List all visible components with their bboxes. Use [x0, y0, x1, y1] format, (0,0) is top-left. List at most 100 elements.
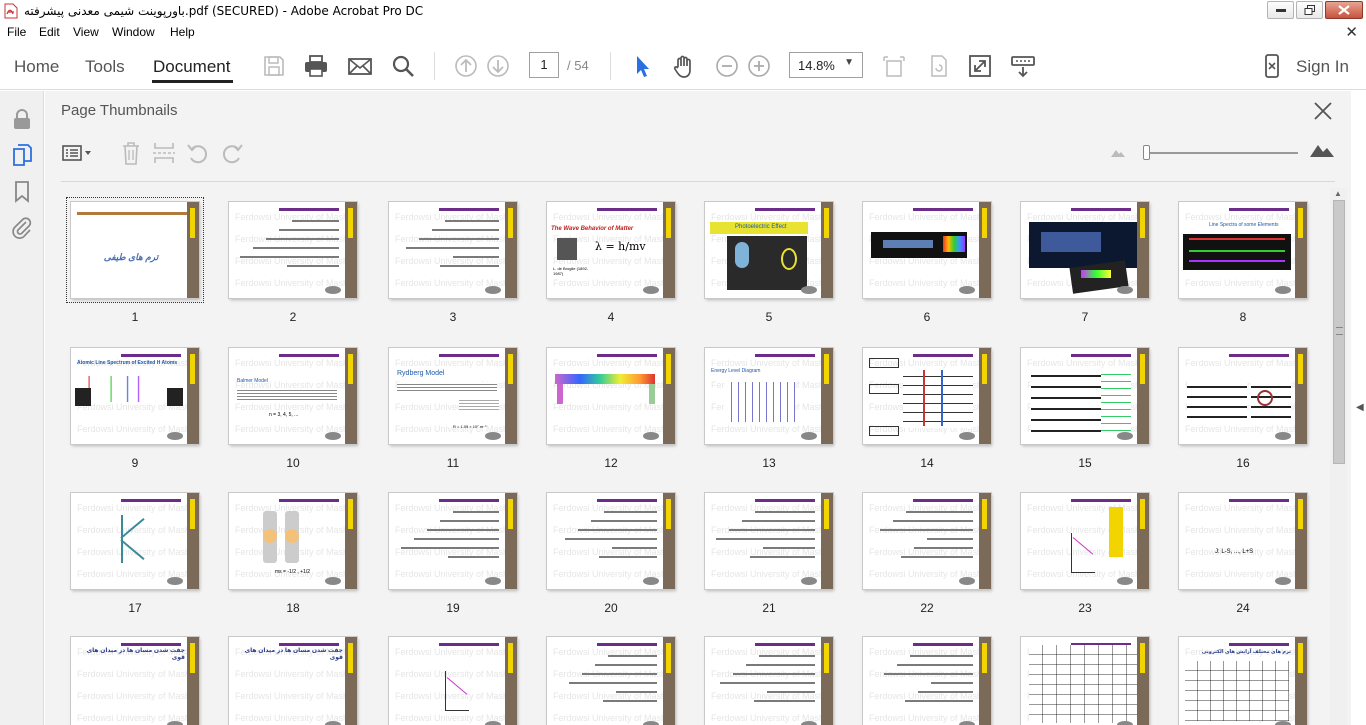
slide-watermark: Ferdowsi University of Mashhad: [711, 358, 833, 368]
page-number-label: 7: [1081, 310, 1089, 324]
university-logo: [1117, 432, 1133, 440]
insert-page-icon[interactable]: [151, 140, 177, 166]
slide-text-line: [448, 556, 499, 558]
page-preview[interactable]: Ferdowsi University of MashhadFerdowsi U…: [863, 202, 991, 298]
page-preview[interactable]: Ferdowsi University of MashhadFerdowsi U…: [1179, 493, 1307, 589]
page-preview[interactable]: Ferdowsi University of MashhadFerdowsi U…: [389, 493, 517, 589]
close-icon: [1338, 5, 1350, 15]
page-preview[interactable]: Ferdowsi University of MashhadFerdowsi U…: [863, 493, 991, 589]
delete-page-icon[interactable]: [118, 140, 144, 166]
print-icon[interactable]: [302, 52, 330, 80]
slide-heading-bar: [755, 499, 815, 502]
slide-text-line: [599, 556, 657, 558]
collapse-right-pane-icon[interactable]: ◀: [1356, 402, 1364, 413]
slide-watermark: Ferdowsi University of Mashhad: [553, 212, 675, 222]
previous-page-icon[interactable]: [452, 52, 480, 80]
page-preview[interactable]: Ferdowsi University of MashhadFerdowsi U…: [1021, 637, 1149, 725]
page-preview[interactable]: Ferdowsi University of MashhadFerdowsi U…: [705, 637, 833, 725]
page-preview[interactable]: Ferdowsi University of MashhadFerdowsi U…: [229, 637, 357, 725]
tab-home[interactable]: Home: [14, 57, 59, 77]
window-close-button[interactable]: [1325, 1, 1363, 19]
thumbnail-size-slider-track[interactable]: [1146, 152, 1298, 154]
page-preview[interactable]: Ferdowsi University of MashhadFerdowsi U…: [389, 637, 517, 725]
zoom-in-icon[interactable]: [745, 52, 773, 80]
page-preview[interactable]: Ferdowsi University of MashhadFerdowsi U…: [863, 348, 991, 444]
page-preview[interactable]: Ferdowsi University of MashhadFerdowsi U…: [389, 202, 517, 298]
page-preview[interactable]: Ferdowsi University of MashhadFerdowsi U…: [705, 202, 833, 298]
menu-file[interactable]: File: [7, 25, 26, 39]
full-screen-icon[interactable]: [966, 52, 994, 80]
small-thumbnails-icon[interactable]: [1111, 147, 1125, 157]
page-preview[interactable]: Ferdowsi University of MashhadFerdowsi U…: [229, 348, 357, 444]
page-preview[interactable]: Ferdowsi University of MashhadFerdowsi U…: [1179, 202, 1307, 298]
email-icon[interactable]: [346, 52, 374, 80]
page-preview[interactable]: Ferdowsi University of MashhadFerdowsi U…: [705, 493, 833, 589]
page-preview[interactable]: Ferdowsi University of MashhadFerdowsi U…: [1179, 348, 1307, 444]
page-preview[interactable]: Ferdowsi University of MashhadFerdowsi U…: [71, 493, 199, 589]
fit-page-icon[interactable]: [880, 52, 908, 80]
slide-heading-bar: [1229, 643, 1289, 646]
page-preview[interactable]: Ferdowsi University of MashhadFerdowsi U…: [229, 493, 357, 589]
page-preview[interactable]: Ferdowsi University of MashhadFerdowsi U…: [229, 202, 357, 298]
page-preview[interactable]: Ferdowsi University of MashhadFerdowsi U…: [863, 637, 991, 725]
page-preview[interactable]: Ferdowsi University of MashhadFerdowsi U…: [389, 348, 517, 444]
mobile-link-icon[interactable]: [1258, 52, 1286, 80]
restore-icon: [1304, 5, 1315, 15]
slide-heading-bar: [913, 354, 973, 357]
page-preview[interactable]: Ferdowsi University of MashhadFerdowsi U…: [547, 493, 675, 589]
read-mode-icon[interactable]: [1009, 52, 1037, 80]
minimize-button[interactable]: [1267, 1, 1294, 19]
options-menu-icon[interactable]: [61, 140, 95, 166]
lock-icon[interactable]: [10, 107, 34, 131]
page-preview[interactable]: Ferdowsi University of MashhadFerdowsi U…: [1021, 202, 1149, 298]
save-icon[interactable]: [260, 52, 288, 80]
slide-side-strip: [345, 637, 357, 725]
sign-in-link[interactable]: Sign In: [1296, 57, 1349, 77]
slide-side-strip: [1295, 348, 1307, 444]
page-preview[interactable]: Ferdowsi University of MashhadFerdowsi U…: [1021, 348, 1149, 444]
menu-edit[interactable]: Edit: [39, 25, 60, 39]
page-thumbnails-icon[interactable]: [10, 143, 34, 167]
slide-title: ترم های طیفی: [103, 252, 159, 262]
slide-heading-bar: [913, 499, 973, 502]
slide-heading-bar: [121, 643, 181, 646]
menu-window[interactable]: Window: [112, 25, 155, 39]
page-preview[interactable]: Ferdowsi University of MashhadFerdowsi U…: [71, 348, 199, 444]
page-number-input[interactable]: 1: [529, 52, 559, 78]
tab-tools[interactable]: Tools: [85, 57, 125, 77]
zoom-out-icon[interactable]: [713, 52, 741, 80]
close-document-icon[interactable]: ✕: [1345, 23, 1358, 41]
rotate-page-icon[interactable]: [924, 52, 952, 80]
slide-side-strip: [505, 637, 517, 725]
scroll-up-arrow-icon[interactable]: ▲: [1334, 189, 1342, 198]
page-preview[interactable]: Ferdowsi University of MashhadFerdowsi U…: [705, 348, 833, 444]
page-preview[interactable]: ترم های طیفی: [66, 197, 204, 303]
thumbnail-size-slider-handle[interactable]: [1143, 145, 1150, 160]
page-preview[interactable]: Ferdowsi University of MashhadFerdowsi U…: [547, 202, 675, 298]
page-preview[interactable]: Ferdowsi University of MashhadFerdowsi U…: [547, 637, 675, 725]
attachment-icon[interactable]: [10, 215, 34, 239]
page-preview[interactable]: Ferdowsi University of MashhadFerdowsi U…: [547, 348, 675, 444]
hand-tool-icon[interactable]: [670, 52, 698, 80]
page-preview[interactable]: Ferdowsi University of MashhadFerdowsi U…: [71, 637, 199, 725]
menu-help[interactable]: Help: [170, 25, 195, 39]
tab-document[interactable]: Document: [153, 57, 230, 77]
restore-button[interactable]: [1296, 1, 1323, 19]
slide-side-strip: [663, 637, 675, 725]
rotate-counterclockwise-icon[interactable]: [185, 140, 211, 166]
zoom-level-select[interactable]: 14.8% ▼: [789, 52, 863, 78]
large-thumbnails-icon[interactable]: [1310, 141, 1334, 157]
search-icon[interactable]: [389, 52, 417, 80]
next-page-icon[interactable]: [484, 52, 512, 80]
page-number-label: 5: [765, 310, 773, 324]
menu-view[interactable]: View: [73, 25, 99, 39]
slide-side-strip: [1295, 493, 1307, 589]
bookmark-icon[interactable]: [10, 179, 34, 203]
page-preview[interactable]: Ferdowsi University of MashhadFerdowsi U…: [1179, 637, 1307, 725]
page-preview[interactable]: Ferdowsi University of MashhadFerdowsi U…: [1021, 493, 1149, 589]
select-cursor-icon[interactable]: [628, 52, 656, 80]
rotate-clockwise-icon[interactable]: [219, 140, 245, 166]
close-panel-icon[interactable]: [1312, 100, 1334, 122]
slide-text-line: [401, 547, 499, 549]
slide-side-strip: [821, 202, 833, 298]
